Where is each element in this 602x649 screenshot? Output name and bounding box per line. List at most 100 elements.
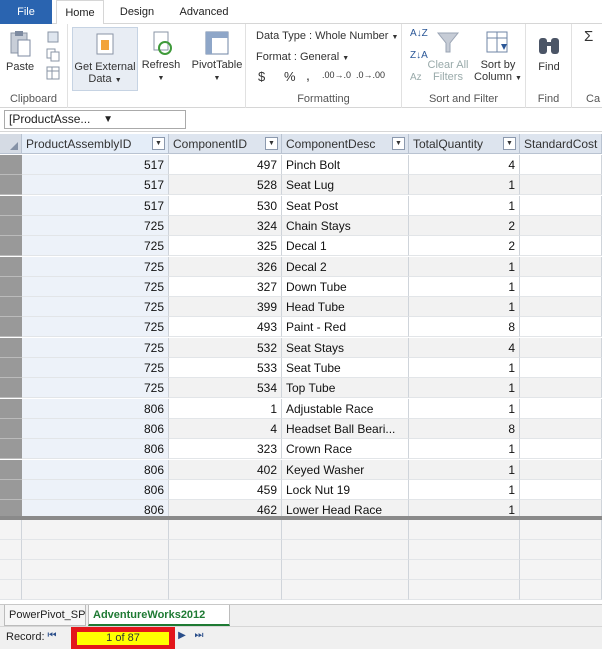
increase-decimal-button[interactable]: .00→.0 — [322, 70, 351, 80]
calc-cell[interactable] — [22, 580, 169, 600]
refresh-button[interactable]: Refresh ▼ — [140, 30, 182, 85]
cell-productassemblyid[interactable]: 517 — [22, 155, 169, 175]
cell-totalquantity[interactable]: 1 — [409, 175, 520, 196]
table-row[interactable]: 725 327 Down Tube 1 — [0, 276, 602, 297]
cell-componentid[interactable]: 493 — [169, 317, 282, 338]
calc-cell[interactable] — [22, 520, 169, 540]
select-all-corner[interactable] — [0, 134, 22, 154]
cell-productassemblyid[interactable]: 725 — [22, 358, 169, 378]
cell-standardcost[interactable] — [520, 398, 602, 419]
cell-componentdesc[interactable]: Top Tube — [282, 378, 409, 399]
cell-componentdesc[interactable]: Crown Race — [282, 439, 409, 460]
table-row[interactable]: 517 530 Seat Post 1 — [0, 195, 602, 216]
calc-cell[interactable] — [169, 520, 282, 540]
row-selector[interactable] — [0, 398, 22, 419]
sheet-tab-adventureworks2012-query[interactable]: AdventureWorks2012 Query — [88, 605, 230, 641]
row-selector[interactable] — [0, 256, 22, 277]
comma-style-button[interactable]: , — [306, 67, 310, 83]
cell-productassemblyid[interactable]: 725 — [22, 215, 169, 236]
cell-productassemblyid[interactable]: 517 — [22, 175, 169, 196]
cell-componentid[interactable]: 4 — [169, 418, 282, 439]
cell-productassemblyid[interactable]: 725 — [22, 378, 169, 399]
table-row[interactable]: 806 1 Adjustable Race 1 — [0, 398, 602, 419]
find-button[interactable]: Find — [528, 34, 570, 73]
table-row[interactable]: 725 326 Decal 21 — [0, 256, 602, 277]
cell-componentdesc[interactable]: Seat Post — [282, 195, 409, 216]
cell-componentid[interactable]: 497 — [169, 155, 282, 175]
clear-sort-icon[interactable]: Az — [410, 70, 424, 82]
cell-productassemblyid[interactable]: 806 — [22, 439, 169, 460]
cell-totalquantity[interactable]: 2 — [409, 215, 520, 236]
cell-totalquantity[interactable]: 1 — [409, 358, 520, 378]
calc-cell[interactable] — [520, 520, 602, 540]
copy-table-icon[interactable] — [46, 66, 60, 80]
table-row[interactable]: 806 459 Lock Nut 19 1 — [0, 479, 602, 500]
next-record-icon[interactable]: ▶ — [176, 630, 188, 641]
cell-standardcost[interactable] — [520, 358, 602, 378]
calc-cell[interactable] — [282, 580, 409, 600]
cell-componentid[interactable]: 459 — [169, 479, 282, 500]
row-selector[interactable] — [0, 337, 22, 358]
tab-file[interactable]: File — [0, 0, 52, 24]
column-header-componentdesc[interactable]: ComponentDesc ▼ — [282, 134, 409, 154]
clear-all-filters-button[interactable]: Clear All Filters — [426, 30, 470, 83]
cell-productassemblyid[interactable]: 725 — [22, 256, 169, 277]
filter-dropdown-icon[interactable]: ▼ — [503, 137, 516, 150]
row-selector[interactable] — [0, 276, 22, 297]
currency-button[interactable]: $ — [258, 69, 265, 84]
row-selector[interactable] — [0, 459, 22, 480]
first-record-icon[interactable]: ⏮ — [46, 630, 58, 641]
table-row[interactable]: 806 4 Headset Ball Beari... 8 — [0, 418, 602, 439]
data-type-dropdown[interactable]: Data Type : Whole Number ▼ — [256, 30, 398, 42]
cell-componentdesc[interactable]: Decal 2 — [282, 256, 409, 277]
cell-productassemblyid[interactable]: 725 — [22, 297, 169, 318]
cell-componentid[interactable]: 324 — [169, 215, 282, 236]
cell-componentid[interactable]: 399 — [169, 297, 282, 318]
calc-cell[interactable] — [169, 560, 282, 580]
filter-dropdown-icon[interactable]: ▼ — [152, 137, 165, 150]
table-row[interactable]: 725 324 Chain Stays 2 — [0, 215, 602, 236]
cell-standardcost[interactable] — [520, 175, 602, 196]
table-row[interactable]: 725 493 Paint - Red 8 — [0, 317, 602, 338]
table-row[interactable]: 806 323 Crown Race 1 — [0, 439, 602, 460]
cell-standardcost[interactable] — [520, 337, 602, 358]
row-selector[interactable] — [0, 195, 22, 216]
decrease-decimal-button[interactable]: .0→.00 — [356, 70, 385, 80]
cell-productassemblyid[interactable]: 806 — [22, 398, 169, 419]
sort-by-column-button[interactable]: Sort by Column ▼ — [472, 30, 524, 85]
cell-totalquantity[interactable]: 1 — [409, 439, 520, 460]
cell-totalquantity[interactable]: 1 — [409, 378, 520, 399]
chevron-down-icon[interactable]: ▼ — [103, 111, 113, 128]
cell-componentdesc[interactable]: Paint - Red — [282, 317, 409, 338]
table-row[interactable]: 725 325 Decal 12 — [0, 236, 602, 257]
calc-cell[interactable] — [169, 540, 282, 560]
format-dropdown[interactable]: Format : General ▼ — [256, 51, 349, 63]
column-header-productassemblyid[interactable]: ProductAssemblyID ▼ — [22, 134, 169, 154]
row-selector[interactable] — [0, 479, 22, 500]
cell-componentid[interactable]: 534 — [169, 378, 282, 399]
cell-componentdesc[interactable]: Chain Stays — [282, 215, 409, 236]
table-row[interactable]: 725 534 Top Tube 1 — [0, 378, 602, 399]
cell-standardcost[interactable] — [520, 418, 602, 439]
cell-componentdesc[interactable]: Adjustable Race — [282, 398, 409, 419]
cell-totalquantity[interactable]: 1 — [409, 195, 520, 216]
calc-cell[interactable] — [409, 580, 520, 600]
filter-dropdown-icon[interactable]: ▼ — [265, 137, 278, 150]
row-selector[interactable] — [0, 418, 22, 439]
calc-cell[interactable] — [22, 560, 169, 580]
column-header-componentid[interactable]: ComponentID ▼ — [169, 134, 282, 154]
cell-componentid[interactable]: 532 — [169, 337, 282, 358]
cell-standardcost[interactable] — [520, 479, 602, 500]
autosum-button[interactable]: Σ — [584, 28, 593, 45]
row-selector[interactable] — [0, 215, 22, 236]
calc-cell[interactable] — [520, 560, 602, 580]
cell-totalquantity[interactable]: 1 — [409, 276, 520, 297]
sheet-tab-powerpivot-sp[interactable]: PowerPivot_SP — [4, 605, 86, 626]
cell-standardcost[interactable] — [520, 155, 602, 175]
tab-advanced[interactable]: Advanced — [172, 0, 236, 24]
row-selector[interactable] — [0, 155, 22, 175]
calc-cell[interactable] — [409, 520, 520, 540]
cell-componentdesc[interactable]: Seat Tube — [282, 358, 409, 378]
calc-cell[interactable] — [282, 560, 409, 580]
cell-standardcost[interactable] — [520, 459, 602, 480]
